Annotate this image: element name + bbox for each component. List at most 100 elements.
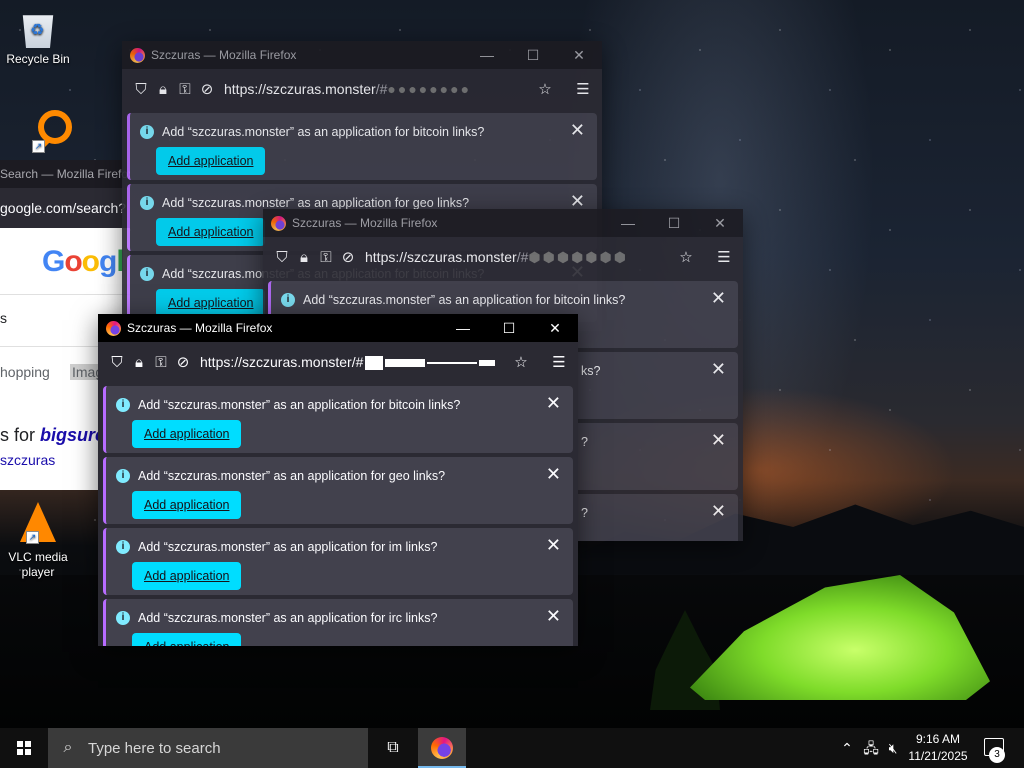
add-application-button[interactable]: Add application bbox=[156, 147, 266, 175]
notice-close-icon[interactable]: ✕ bbox=[546, 535, 561, 556]
window-title: Szczuras — Mozilla Firefox bbox=[151, 48, 297, 62]
firefox-window-front[interactable]: Szczuras — Mozilla Firefox — ☐ ✕ ⛉ 🔒︎ ⚿ … bbox=[98, 314, 578, 646]
hamburger-menu-icon[interactable]: ☰ bbox=[572, 80, 594, 98]
bookmark-star-icon[interactable]: ☆ bbox=[675, 248, 697, 266]
close-button[interactable]: ✕ bbox=[556, 47, 602, 64]
url-bar[interactable]: ⛉ 🔒︎ ⚿ ⊘ https://szczuras.monster/#●●●●●… bbox=[122, 69, 602, 109]
desktop-icon-vlc[interactable]: ↗ VLC media player bbox=[0, 502, 76, 580]
protocol-handler-notice: i Add “szczuras.monster” as an applicati… bbox=[127, 113, 597, 180]
permissions-icon[interactable]: ⚿ bbox=[150, 354, 172, 371]
firefox-icon bbox=[130, 47, 145, 63]
task-view-icon: ⧉ bbox=[387, 739, 399, 756]
notice-message-tail: ? bbox=[581, 435, 588, 449]
minimize-button[interactable]: — bbox=[464, 47, 510, 63]
blocked-autoplay-icon[interactable]: ⊘ bbox=[196, 80, 218, 98]
url-text[interactable]: https://szczuras.monster/# bbox=[200, 354, 510, 371]
notice-close-icon[interactable]: ✕ bbox=[570, 120, 585, 141]
notice-message: Add “szczuras.monster” as an application… bbox=[138, 611, 438, 625]
url-bar[interactable]: ⛉ 🔒︎ ⚿ ⊘ https://szczuras.monster/#⬢⬢⬢⬢⬢… bbox=[263, 237, 743, 277]
info-icon: i bbox=[140, 196, 154, 210]
bookmark-star-icon[interactable]: ☆ bbox=[534, 80, 556, 98]
divider bbox=[0, 294, 130, 295]
task-view-button[interactable]: ⧉ bbox=[370, 728, 416, 768]
window-titlebar[interactable]: Szczuras — Mozilla Firefox — ☐ ✕ bbox=[98, 314, 578, 342]
url-text[interactable]: https://szczuras.monster/#●●●●●●●● bbox=[224, 81, 534, 97]
shield-icon[interactable]: ⛉ bbox=[106, 354, 128, 371]
close-button[interactable]: ✕ bbox=[697, 215, 743, 232]
notice-close-icon[interactable]: ✕ bbox=[711, 430, 726, 451]
google-logo: Googl bbox=[42, 245, 125, 278]
lock-icon[interactable]: 🔒︎ bbox=[128, 354, 150, 371]
minimize-button[interactable]: — bbox=[440, 320, 486, 336]
taskbar-search-box[interactable]: ⌕ Type here to search bbox=[48, 728, 368, 768]
add-application-button[interactable]: Add application bbox=[132, 633, 242, 646]
url-emoji-glyphs: ●●●●●●●● bbox=[387, 81, 472, 97]
window-titlebar[interactable]: Szczuras — Mozilla Firefox — ☐ ✕ bbox=[122, 41, 602, 69]
shortcut-arrow-icon: ↗ bbox=[26, 531, 39, 544]
notice-message: Add “szczuras.monster” as an application… bbox=[138, 398, 461, 412]
tab-shopping[interactable]: hopping bbox=[0, 364, 50, 380]
notice-close-icon[interactable]: ✕ bbox=[711, 359, 726, 380]
hamburger-menu-icon[interactable]: ☰ bbox=[548, 353, 570, 371]
add-application-button[interactable]: Add application bbox=[156, 289, 266, 317]
lock-icon[interactable]: 🔒︎ bbox=[293, 249, 315, 266]
maximize-button[interactable]: ☐ bbox=[486, 320, 532, 337]
close-button[interactable]: ✕ bbox=[532, 320, 578, 337]
info-icon: i bbox=[116, 611, 130, 625]
result-query[interactable]: bigsurc bbox=[40, 425, 105, 445]
start-button[interactable] bbox=[0, 728, 48, 768]
notice-close-icon[interactable]: ✕ bbox=[546, 464, 561, 485]
window-title: Szczuras — Mozilla Firefox bbox=[292, 216, 438, 230]
window-titlebar[interactable]: Szczuras — Mozilla Firefox — ☐ ✕ bbox=[263, 209, 743, 237]
desktop-icon-recycle-bin[interactable]: Recycle Bin bbox=[0, 8, 76, 66]
notice-close-icon[interactable]: ✕ bbox=[711, 501, 726, 522]
firefox-icon bbox=[271, 215, 286, 231]
search-box-text[interactable]: s bbox=[0, 310, 7, 326]
permissions-icon[interactable]: ⚿ bbox=[174, 81, 196, 98]
url-bar[interactable]: ⛉ 🔒︎ ⚿ ⊘ https://szczuras.monster/# ☆ ☰ bbox=[98, 342, 578, 382]
lock-icon[interactable]: 🔒︎ bbox=[152, 81, 174, 98]
firefox-icon bbox=[431, 737, 453, 759]
windows-logo-icon bbox=[17, 741, 31, 755]
blocked-autoplay-icon[interactable]: ⊘ bbox=[337, 248, 359, 266]
info-icon: i bbox=[116, 469, 130, 483]
maximize-button[interactable]: ☐ bbox=[651, 215, 697, 232]
desktop-icon-search-app[interactable]: ↗ bbox=[2, 110, 78, 154]
add-application-button[interactable]: Add application bbox=[156, 218, 266, 246]
notice-close-icon[interactable]: ✕ bbox=[546, 606, 561, 627]
taskbar-firefox-button[interactable] bbox=[418, 728, 466, 768]
blocked-autoplay-icon[interactable]: ⊘ bbox=[172, 353, 194, 371]
url-emoji-glyphs: ⬢⬢⬢⬢⬢⬢⬢ bbox=[528, 248, 628, 265]
shield-icon[interactable]: ⛉ bbox=[130, 81, 152, 98]
show-hidden-icons-chevron-icon[interactable]: ⌃ bbox=[838, 728, 856, 768]
maximize-button[interactable]: ☐ bbox=[510, 47, 556, 64]
protocol-handler-notice: i Add “szczuras.monster” as an applicati… bbox=[103, 599, 573, 646]
result-subtext[interactable]: szczuras bbox=[0, 452, 55, 468]
permissions-icon[interactable]: ⚿ bbox=[315, 249, 337, 266]
window-title: Szczuras — Mozilla Firefox bbox=[127, 321, 273, 335]
shield-icon[interactable]: ⛉ bbox=[271, 249, 293, 266]
add-application-button[interactable]: Add application bbox=[132, 491, 242, 519]
notice-close-icon[interactable]: ✕ bbox=[546, 393, 561, 414]
taskbar-clock[interactable]: 9:16 AM 11/21/2025 bbox=[900, 731, 976, 765]
network-icon[interactable]: 🖧︎ bbox=[860, 728, 882, 768]
minimize-button[interactable]: — bbox=[605, 215, 651, 231]
url-text[interactable]: https://szczuras.monster/#⬢⬢⬢⬢⬢⬢⬢ bbox=[365, 249, 675, 266]
desktop-icon-label: VLC media player bbox=[8, 550, 68, 579]
firefox-icon bbox=[106, 320, 121, 336]
bookmark-star-icon[interactable]: ☆ bbox=[510, 353, 532, 371]
notice-message-tail: ? bbox=[581, 506, 588, 520]
notice-message: Add “szczuras.monster” as an application… bbox=[138, 540, 438, 554]
notice-close-icon[interactable]: ✕ bbox=[711, 288, 726, 309]
shortcut-arrow-icon: ↗ bbox=[32, 140, 45, 153]
add-application-button[interactable]: Add application bbox=[132, 562, 242, 590]
notice-message: Add “szczuras.monster” as an application… bbox=[303, 293, 626, 307]
desktop-icon-label: Recycle Bin bbox=[6, 52, 70, 66]
hamburger-menu-icon[interactable]: ☰ bbox=[713, 248, 735, 266]
add-application-button[interactable]: Add application bbox=[132, 420, 242, 448]
url-text[interactable]: google.com/search? bbox=[0, 188, 130, 228]
info-icon: i bbox=[140, 267, 154, 281]
search-icon: ⌕ bbox=[63, 739, 73, 756]
info-icon: i bbox=[116, 540, 130, 554]
info-icon: i bbox=[281, 293, 295, 307]
